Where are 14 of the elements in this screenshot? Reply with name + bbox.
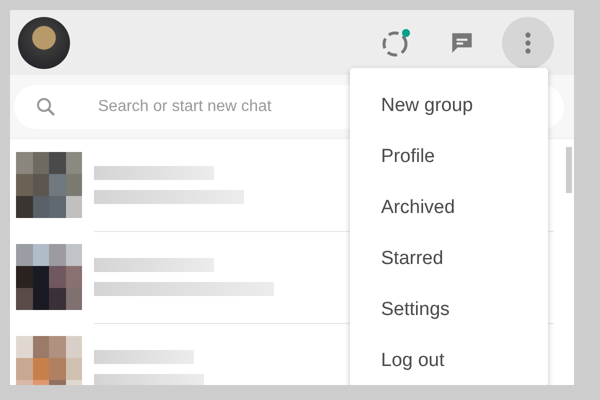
more-vertical-icon [525, 32, 531, 54]
scrollbar-thumb [566, 147, 572, 193]
status-ring-icon [381, 28, 411, 58]
menu-item[interactable]: Log out [350, 335, 548, 385]
profile-avatar[interactable] [18, 16, 70, 68]
menu-item[interactable]: Profile [350, 131, 548, 182]
blurred-avatar [16, 244, 82, 310]
blurred-avatar [16, 336, 82, 385]
search-icon [36, 96, 56, 116]
menu-item[interactable]: Starred [350, 233, 548, 284]
menu-item[interactable]: Settings [350, 284, 548, 335]
blurred-avatar [16, 152, 82, 218]
menu-button[interactable] [502, 16, 554, 68]
menu-item[interactable]: Archived [350, 182, 548, 233]
